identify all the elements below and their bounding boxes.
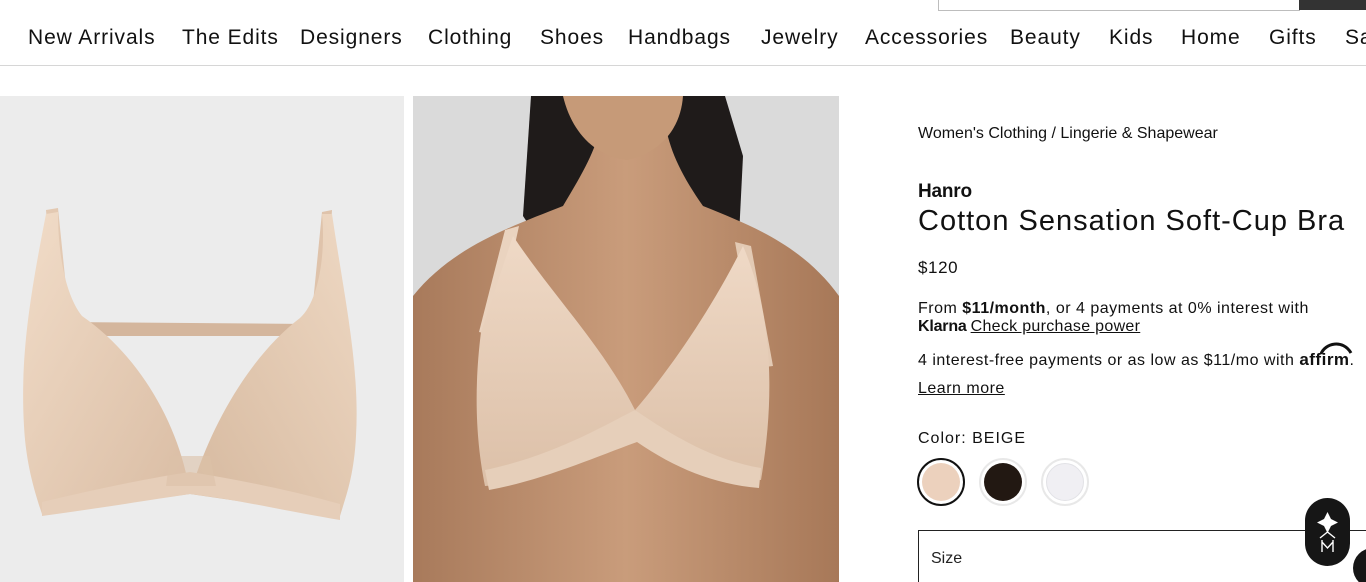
color-label: Color: BEIGE <box>918 430 1026 448</box>
product-image-model[interactable] <box>413 96 839 582</box>
breadcrumb-separator: / <box>1047 125 1061 142</box>
learn-more-link[interactable]: Learn more <box>918 380 1005 398</box>
search-button[interactable] <box>1299 0 1366 10</box>
nav-item-accessories[interactable]: Accessories <box>865 26 988 50</box>
swatch-beige[interactable] <box>917 458 965 506</box>
nav-item-shoes[interactable]: Shoes <box>540 26 604 50</box>
product-image-flat[interactable] <box>0 96 404 582</box>
klarna-prefix: From <box>918 300 963 317</box>
nav-item-the-edits[interactable]: The Edits <box>182 26 279 50</box>
color-label-prefix: Color: <box>918 430 973 447</box>
nav-item-handbags[interactable]: Handbags <box>628 26 731 50</box>
klarna-message: From $11/month, or 4 payments at 0% inte… <box>918 300 1309 318</box>
breadcrumb-lingerie[interactable]: Lingerie & Shapewear <box>1060 125 1217 142</box>
nav-item-sale[interactable]: Sa <box>1345 26 1366 50</box>
klarna-row: Klarna Check purchase power <box>918 318 1140 336</box>
nav-item-gifts[interactable]: Gifts <box>1269 26 1317 50</box>
size-label: Size <box>931 550 963 567</box>
breadcrumb: Women's Clothing / Lingerie & Shapewear <box>918 125 1218 143</box>
affirm-text: 4 interest-free payments or as low as $1… <box>918 352 1295 369</box>
affirm-logo: affirm <box>1299 342 1353 369</box>
check-purchase-power-link[interactable]: Check purchase power <box>971 318 1141 335</box>
swatch-white-dot <box>1046 463 1084 501</box>
klarna-logo: Klarna <box>918 318 967 335</box>
affirm-arc-icon <box>1319 342 1353 355</box>
nav-item-clothing[interactable]: Clothing <box>428 26 512 50</box>
swatch-beige-dot <box>922 463 960 501</box>
assistant-diamond-icon <box>1317 512 1338 552</box>
size-select[interactable]: Size <box>918 530 1366 582</box>
assistant-button[interactable] <box>1305 498 1350 566</box>
search-input[interactable] <box>938 0 1300 11</box>
swatch-white[interactable] <box>1041 458 1089 506</box>
nav-item-new-arrivals[interactable]: New Arrivals <box>28 26 156 50</box>
swatch-black-dot <box>984 463 1022 501</box>
nav-item-home[interactable]: Home <box>1181 26 1241 50</box>
nav-item-kids[interactable]: Kids <box>1109 26 1153 50</box>
klarna-suffix: , or 4 payments at 0% interest with <box>1045 300 1309 317</box>
nav-item-designers[interactable]: Designers <box>300 26 403 50</box>
affirm-message: 4 interest-free payments or as low as $1… <box>918 342 1355 370</box>
model-product-image <box>413 96 839 582</box>
breadcrumb-womens-clothing[interactable]: Women's Clothing <box>918 125 1047 142</box>
nav-item-beauty[interactable]: Beauty <box>1010 26 1081 50</box>
color-selected-value: BEIGE <box>972 430 1027 447</box>
product-brand[interactable]: Hanro <box>918 181 972 203</box>
klarna-amount: $11/month <box>962 300 1046 317</box>
bra-product-image <box>23 208 357 520</box>
nav-item-jewelry[interactable]: Jewelry <box>761 26 838 50</box>
main-nav: New Arrivals The Edits Designers Clothin… <box>0 20 1366 66</box>
product-price: $120 <box>918 258 959 277</box>
swatch-black[interactable] <box>979 458 1027 506</box>
product-title: Cotton Sensation Soft-Cup Bra <box>918 205 1346 237</box>
